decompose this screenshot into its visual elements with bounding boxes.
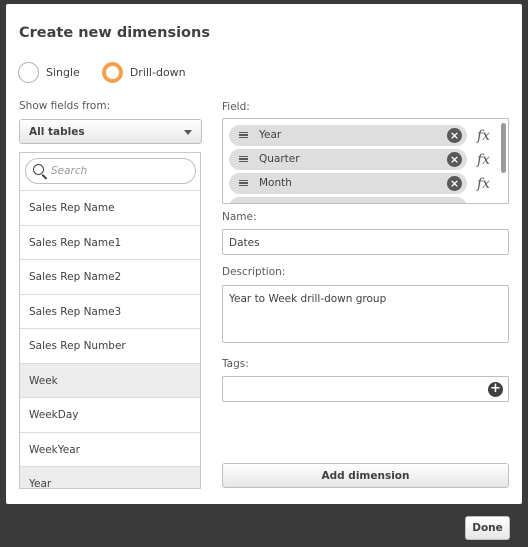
drill-down-radio[interactable] — [101, 62, 123, 83]
list-item-year[interactable]: Year — [20, 466, 200, 488]
drill-field-row: Quarter × fx — [229, 149, 501, 170]
search-placeholder: Search — [51, 165, 88, 177]
add-dimension-button[interactable]: Add dimension — [222, 463, 509, 488]
list-item-weekday[interactable]: WeekDay — [20, 397, 200, 432]
list-item-sales-rep-name3[interactable]: Sales Rep Name3 — [20, 293, 200, 329]
drill-fields-box: Year × fx Quarter × fx Month × fx — [222, 118, 509, 204]
drill-field-chip-month[interactable]: Month × — [229, 173, 467, 194]
list-item-week[interactable]: Week — [20, 362, 200, 397]
drill-down-radio-label[interactable]: Drill-down — [130, 66, 186, 79]
mode-radio-group: Single Drill-down — [18, 62, 186, 83]
fx-icon[interactable]: fx — [477, 128, 501, 144]
plus-circle-icon[interactable]: + — [488, 382, 503, 397]
drag-handle-icon[interactable] — [239, 180, 248, 186]
list-item-sales-rep-name1[interactable]: Sales Rep Name1 — [20, 224, 200, 260]
fx-icon[interactable]: fx — [477, 176, 501, 192]
list-item-weekyear[interactable]: WeekYear — [20, 431, 200, 467]
single-radio[interactable] — [18, 62, 39, 83]
list-item-sales-rep-name[interactable]: Sales Rep Name — [20, 190, 200, 225]
close-circle-icon[interactable]: × — [447, 176, 462, 191]
tags-input[interactable]: + — [222, 376, 509, 402]
scrollbar[interactable] — [501, 123, 506, 173]
fx-icon[interactable]: fx — [477, 152, 501, 168]
description-textarea[interactable]: Year to Week drill-down group — [222, 285, 509, 343]
search-input[interactable]: Search — [25, 158, 196, 184]
field-list: Search Sales Rep Name Sales Rep Name1 Sa… — [19, 152, 201, 489]
drill-field-label: Year — [259, 129, 282, 141]
table-select-value: All tables — [29, 126, 85, 138]
drill-field-label: Quarter — [259, 153, 300, 165]
drill-field-chip-partial[interactable] — [229, 197, 467, 203]
done-button[interactable]: Done — [465, 516, 510, 540]
drag-handle-icon[interactable] — [239, 156, 248, 162]
description-label: Description: — [222, 266, 286, 278]
tags-label: Tags: — [222, 358, 249, 370]
field-label: Field: — [222, 101, 250, 113]
chevron-down-icon — [184, 130, 192, 135]
table-select[interactable]: All tables — [19, 119, 202, 144]
search-icon — [33, 164, 44, 175]
drill-field-row-partial — [229, 197, 467, 203]
drill-field-row: Year × fx — [229, 125, 501, 146]
show-fields-label: Show fields from: — [19, 100, 111, 112]
list-item-sales-rep-number[interactable]: Sales Rep Number — [20, 328, 200, 363]
dialog-footer: Done — [0, 504, 528, 547]
close-circle-icon[interactable]: × — [447, 152, 462, 167]
drill-field-chip-quarter[interactable]: Quarter × — [229, 149, 467, 170]
close-circle-icon[interactable]: × — [447, 128, 462, 143]
drill-field-label: Month — [259, 177, 292, 189]
drill-field-row: Month × fx — [229, 173, 501, 194]
name-label: Name: — [222, 211, 257, 223]
drag-handle-icon[interactable] — [239, 132, 248, 138]
create-dimensions-dialog: Create new dimensions Single Drill-down … — [6, 4, 522, 504]
dialog-title: Create new dimensions — [19, 25, 210, 41]
list-item-sales-rep-name2[interactable]: Sales Rep Name2 — [20, 259, 200, 294]
drill-field-chip-year[interactable]: Year × — [229, 125, 467, 146]
name-input[interactable]: Dates — [222, 229, 509, 255]
single-radio-label[interactable]: Single — [46, 66, 80, 79]
